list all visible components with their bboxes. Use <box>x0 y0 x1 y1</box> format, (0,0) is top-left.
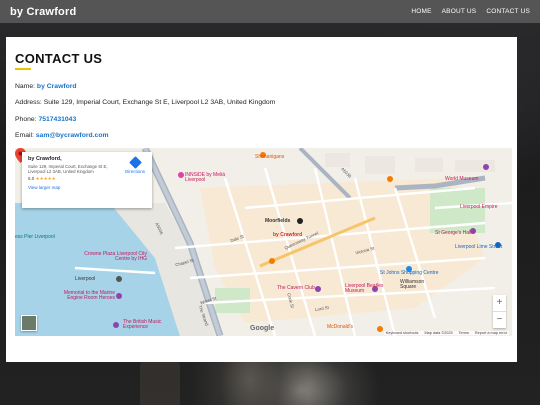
label-liverpool-empire: Liverpool Empire <box>460 204 498 210</box>
info-rating: 5.0 ★★★★★ <box>28 176 146 182</box>
zoom-control: + − <box>493 295 506 328</box>
address-value: Suite 129, Imperial Court, Exchange St E… <box>43 99 276 106</box>
music-marker-icon[interactable] <box>113 322 119 328</box>
phone-line: Phone: 7517431043 <box>15 116 76 123</box>
memorial-marker-icon[interactable] <box>116 293 122 299</box>
top-navigation-bar: by Crawford HOME ABOUT US CONTACT US <box>0 0 540 23</box>
rating-value: 5.0 <box>28 176 35 181</box>
directions-label: Directions <box>124 169 145 174</box>
nav-home[interactable]: HOME <box>411 8 431 15</box>
label-river-pier: ess Pier Liverpool <box>15 234 55 240</box>
cafe-marker-icon[interactable] <box>387 176 393 182</box>
satellite-toggle[interactable] <box>21 315 37 331</box>
label-memorial: Memorial to the Marine Engine Room Heroe… <box>63 290 115 301</box>
label-lime-street: Liverpool Lime Street <box>455 244 503 250</box>
directions-button[interactable]: Directions <box>124 156 146 174</box>
contact-card: CONTACT US Name: by Crawford Address: Su… <box>6 37 517 362</box>
keyboard-shortcuts-link[interactable]: Keyboard shortcuts <box>386 331 419 335</box>
hotel-marker-icon[interactable] <box>178 172 184 178</box>
label-st-johns: St Johns Shopping Centre <box>380 270 439 276</box>
name-value[interactable]: by Crawford <box>37 83 77 90</box>
terms-link[interactable]: Terms <box>459 331 469 335</box>
label-crowne-plaza: Crowne Plaza Liverpool City Centre by IH… <box>84 251 147 262</box>
main-nav: HOME ABOUT US CONTACT US <box>411 8 530 15</box>
tower-marker-icon[interactable] <box>116 276 122 282</box>
name-label: Name: <box>15 83 36 90</box>
directions-icon <box>128 156 142 169</box>
label-williamson: Williamson Square <box>400 279 425 290</box>
map-info-card: by Crawford, Suite 129, Imperial Court, … <box>22 152 152 208</box>
email-value[interactable]: sam@bycrawford.com <box>36 132 109 139</box>
email-label: Email: <box>15 132 34 139</box>
title-underline <box>15 68 31 70</box>
address-label: Address: <box>15 99 42 106</box>
label-british-music: The British Music Experience <box>123 319 162 330</box>
info-address: Suite 129, Imperial Court, Exchange St E… <box>28 164 108 174</box>
email-line: Email: sam@bycrawford.com <box>15 132 109 139</box>
google-logo: Google <box>250 325 275 332</box>
label-moorfields: Moorfields <box>265 218 291 224</box>
train-station-icon[interactable] <box>297 218 303 224</box>
pin-label: by Crawford <box>273 232 303 238</box>
nav-contact-us[interactable]: CONTACT US <box>486 8 530 15</box>
club-marker-icon[interactable] <box>315 286 321 292</box>
food-marker-icon[interactable] <box>269 258 275 264</box>
map-data-text: Map data ©2025 <box>424 331 453 335</box>
map-attribution: Keyboard shortcuts Map data ©2025 Terms … <box>383 331 509 335</box>
label-liverpool: Liverpool <box>75 276 96 282</box>
label-world-museum: World Museum <box>445 176 479 182</box>
rating-stars-icon: ★★★★★ <box>35 176 56 181</box>
label-cavern: The Cavern Club <box>277 285 315 291</box>
nav-about-us[interactable]: ABOUT US <box>442 8 477 15</box>
restaurant-marker-icon[interactable] <box>377 326 383 332</box>
site-brand[interactable]: by Crawford <box>10 6 76 18</box>
embedded-map[interactable]: by Crawford Shenanigans World Museum INN… <box>15 148 512 336</box>
zoom-out-button[interactable]: − <box>493 312 506 328</box>
view-larger-map-link[interactable]: View larger map <box>28 185 146 190</box>
address-line: Address: Suite 129, Imperial Court, Exch… <box>15 99 275 106</box>
museum-marker-icon[interactable] <box>483 164 489 170</box>
phone-value[interactable]: 7517431043 <box>38 116 76 123</box>
label-beatles: Liverpool Beatles Museum <box>345 283 384 294</box>
zoom-in-button[interactable]: + <box>493 295 506 311</box>
label-george-hall: St George's Hall <box>435 230 472 236</box>
phone-label: Phone: <box>15 116 37 123</box>
label-mcdonalds: McDonald's <box>327 324 353 330</box>
name-line: Name: by Crawford <box>15 83 77 90</box>
label-innside: INNSiDE by Meliá Liverpool <box>185 172 226 183</box>
label-shenanigans: Shenanigans <box>255 154 285 160</box>
page-title: CONTACT US <box>15 51 103 66</box>
report-error-link[interactable]: Report a map error <box>475 331 507 335</box>
